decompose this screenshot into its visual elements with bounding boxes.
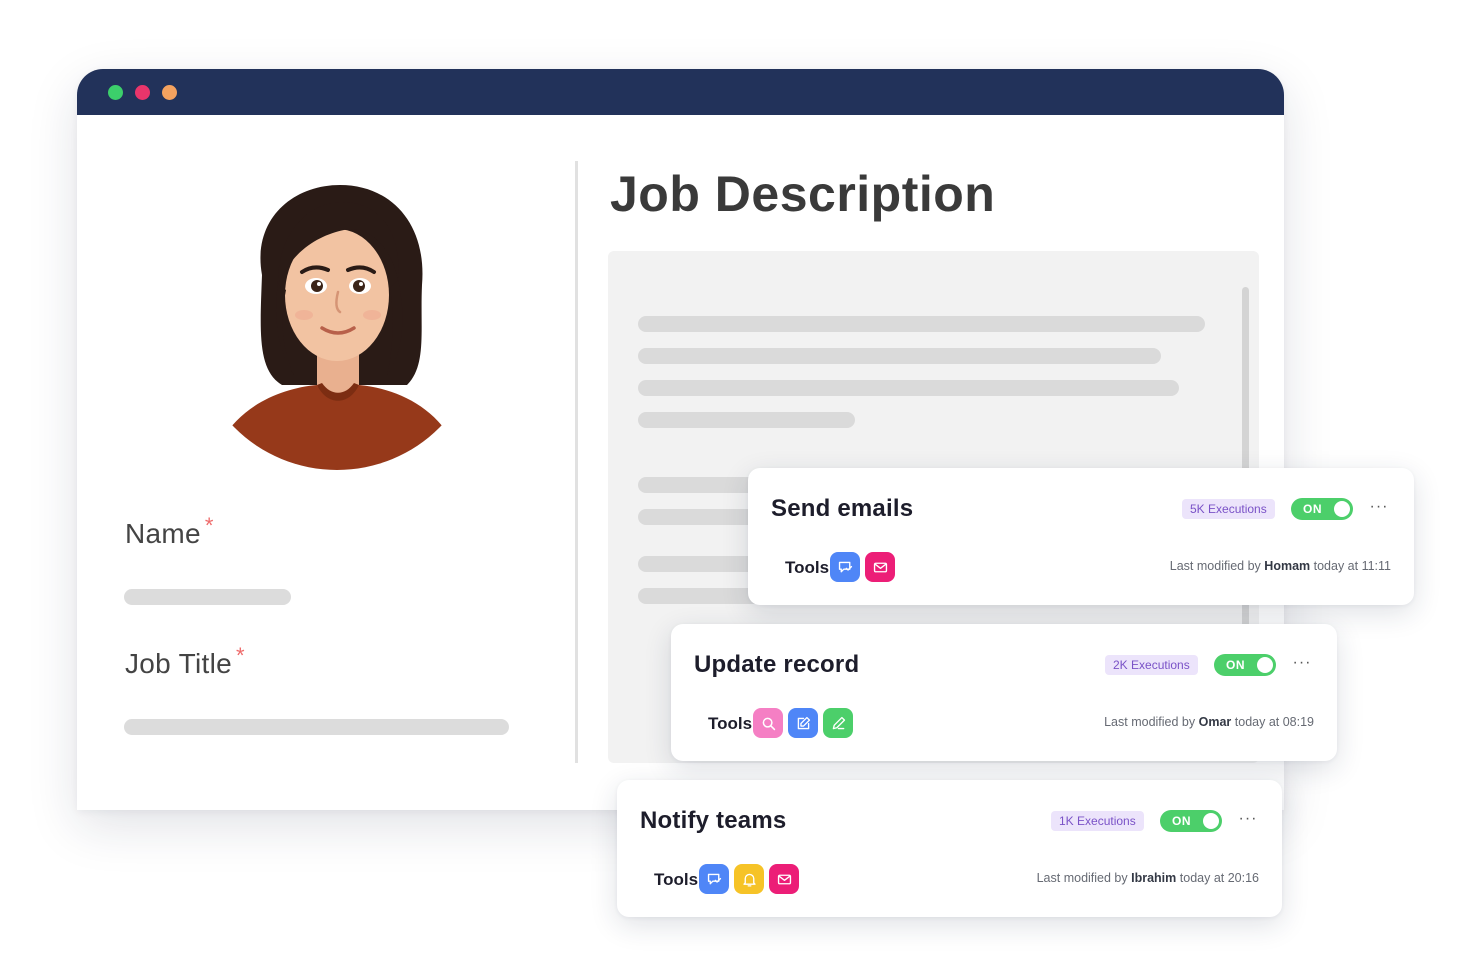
name-label-text: Name [125, 518, 201, 549]
more-options-icon[interactable]: ··· [1236, 808, 1260, 832]
workflow-title: Notify teams [640, 807, 787, 834]
workflow-title: Update record [694, 651, 860, 678]
toggle-knob [1257, 657, 1273, 673]
workflow-card-update-record[interactable]: Update record 2K Executions ON ··· Tools… [671, 624, 1337, 761]
toggle-label: ON [1172, 814, 1191, 828]
job-description-title: Job Description [610, 166, 996, 222]
window-green-dot[interactable] [108, 85, 123, 100]
chat-icon[interactable] [699, 864, 729, 894]
workflow-title: Send emails [771, 495, 914, 522]
executions-badge: 2K Executions [1105, 655, 1198, 675]
mail-icon[interactable] [769, 864, 799, 894]
mail-icon[interactable] [865, 552, 895, 582]
job-title-label: Job Title * [125, 643, 245, 680]
more-options-icon[interactable]: ··· [1290, 652, 1314, 676]
workflow-card-notify-teams[interactable]: Notify teams 1K Executions ON ··· Tools … [617, 780, 1282, 917]
window-minimize-dot[interactable] [162, 85, 177, 100]
modified-by: Homam [1264, 559, 1311, 573]
last-modified: Last modified by Homam today at 11:11 [1170, 559, 1391, 573]
tools-label: Tools [785, 558, 830, 577]
window-titlebar [77, 69, 1284, 115]
avatar [222, 180, 452, 470]
executions-badge: 1K Executions [1051, 811, 1144, 831]
workflow-toggle[interactable]: ON [1291, 498, 1353, 520]
text-placeholder-line [638, 348, 1161, 364]
name-field[interactable] [124, 589, 291, 605]
modified-time: today at 08:19 [1234, 715, 1314, 729]
last-modified: Last modified by Omar today at 08:19 [1104, 715, 1314, 729]
tools-label: Tools [708, 714, 753, 733]
required-marker: * [235, 643, 245, 668]
toggle-knob [1334, 501, 1350, 517]
modified-prefix: Last modified by [1169, 559, 1261, 573]
name-label: Name * [125, 513, 214, 550]
text-placeholder-line [638, 412, 855, 428]
workflow-card-send-emails[interactable]: Send emails 5K Executions ON ··· Tools L… [748, 468, 1414, 605]
bell-icon[interactable] [734, 864, 764, 894]
search-icon[interactable] [753, 708, 783, 738]
job-title-label-text: Job Title [125, 648, 232, 679]
modified-prefix: Last modified by [1104, 715, 1196, 729]
chat-icon[interactable] [830, 552, 860, 582]
required-marker: * [204, 513, 214, 538]
column-divider [575, 161, 578, 763]
tools-label: Tools [654, 870, 699, 889]
window-close-dot[interactable] [135, 85, 150, 100]
modified-prefix: Last modified by [1036, 871, 1128, 885]
last-modified: Last modified by Ibrahim today at 20:16 [1037, 871, 1259, 885]
pen-icon[interactable] [823, 708, 853, 738]
text-placeholder-line [638, 380, 1179, 396]
toggle-label: ON [1226, 658, 1245, 672]
modified-by: Omar [1198, 715, 1232, 729]
toggle-label: ON [1303, 502, 1322, 516]
workflow-toggle[interactable]: ON [1214, 654, 1276, 676]
modified-by: Ibrahim [1131, 871, 1177, 885]
modified-time: today at 20:16 [1179, 871, 1259, 885]
edit-icon[interactable] [788, 708, 818, 738]
job-title-field[interactable] [124, 719, 509, 735]
toggle-knob [1203, 813, 1219, 829]
workflow-toggle[interactable]: ON [1160, 810, 1222, 832]
executions-badge: 5K Executions [1182, 499, 1275, 519]
more-options-icon[interactable]: ··· [1367, 496, 1391, 520]
modified-time: today at 11:11 [1313, 559, 1391, 573]
text-placeholder-line [638, 316, 1205, 332]
